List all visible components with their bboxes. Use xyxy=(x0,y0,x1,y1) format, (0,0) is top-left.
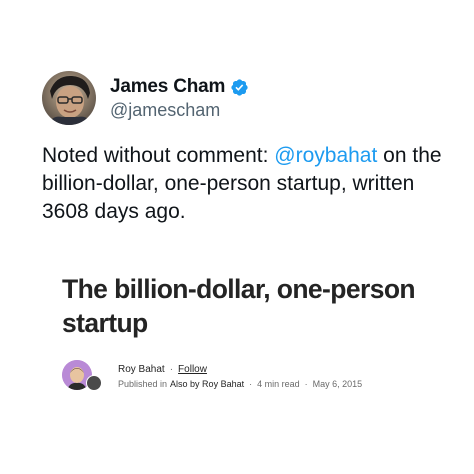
mention-link[interactable]: @roybahat xyxy=(274,144,377,167)
tweet-author: James Cham @jamescham xyxy=(110,75,249,121)
author-name[interactable]: Roy Bahat xyxy=(118,364,165,375)
user-handle[interactable]: @jamescham xyxy=(110,100,249,121)
article-title[interactable]: The billion-dollar, one-person startup xyxy=(62,272,432,340)
read-time: 4 min read xyxy=(257,378,300,389)
display-name[interactable]: James Cham xyxy=(110,76,225,98)
byline-text: Roy Bahat · Follow Published in Also by … xyxy=(118,364,362,389)
separator: · xyxy=(249,378,253,389)
display-name-row: James Cham xyxy=(110,75,249,99)
tweet-text-prefix: Noted without comment: xyxy=(42,144,275,167)
article-byline: Roy Bahat · Follow Published in Also by … xyxy=(62,359,362,393)
published-in-label: Published in xyxy=(118,378,168,389)
byline-meta-row: Published in Also by Roy Bahat · 4 min r… xyxy=(118,379,362,389)
byline-author-row: Roy Bahat · Follow xyxy=(118,364,362,375)
byline-avatars xyxy=(62,360,102,392)
follow-button[interactable]: Follow xyxy=(178,364,207,375)
tweet-header: James Cham @jamescham xyxy=(42,70,249,126)
separator: · xyxy=(304,378,308,389)
publication-name[interactable]: Also by Roy Bahat xyxy=(170,379,244,389)
profile-photo-icon xyxy=(48,75,92,125)
verified-badge-icon xyxy=(230,78,249,97)
publication-avatar[interactable] xyxy=(86,375,102,391)
profile-avatar[interactable] xyxy=(42,71,96,125)
separator: · xyxy=(169,363,174,375)
tweet-text: Noted without comment: @roybahat on the … xyxy=(42,142,442,226)
publish-date: May 6, 2015 xyxy=(312,378,363,389)
